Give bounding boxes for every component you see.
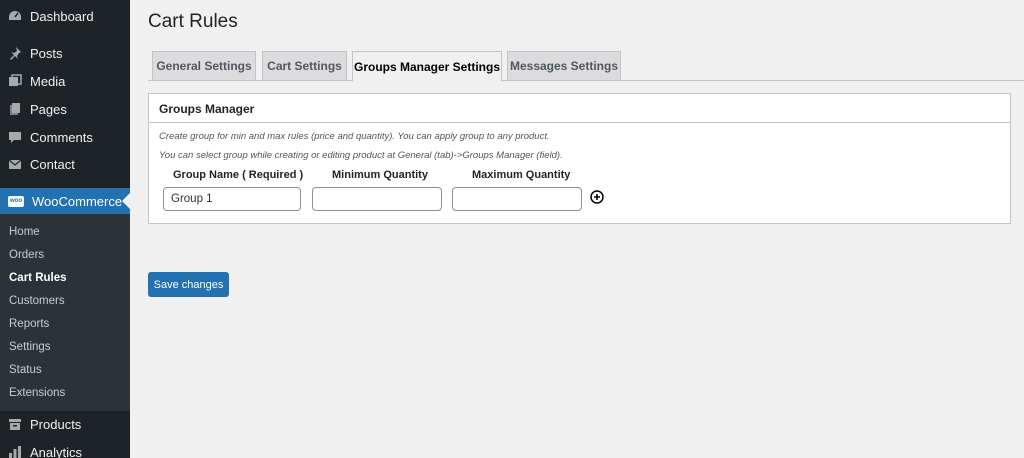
- menu-item-contact[interactable]: Contact: [0, 150, 130, 178]
- envelope-icon: [8, 157, 22, 171]
- menu-item-media[interactable]: Media: [0, 67, 130, 95]
- dashboard-icon: [8, 9, 22, 23]
- tab-messages-settings[interactable]: Messages Settings: [507, 51, 621, 81]
- archive-icon: [8, 417, 22, 431]
- submenu-item-orders[interactable]: Orders: [9, 249, 44, 261]
- woocommerce-icon-text: woo: [10, 197, 22, 204]
- label-maximum-quantity: Maximum Quantity: [472, 169, 571, 181]
- menu-item-pages[interactable]: Pages: [0, 95, 130, 123]
- menu-item-analytics[interactable]: Analytics: [0, 438, 130, 458]
- label-minimum-quantity: Minimum Quantity: [332, 169, 428, 181]
- page-title: Cart Rules: [148, 11, 238, 32]
- tab-groups-manager-settings[interactable]: Groups Manager Settings: [352, 51, 502, 82]
- tab-cart-settings[interactable]: Cart Settings: [262, 51, 347, 81]
- save-changes-button[interactable]: Save changes: [148, 272, 229, 297]
- admin-sidebar: Dashboard Posts Media Pages Comments Con…: [0, 0, 130, 458]
- active-indicator-arrow: [122, 193, 130, 209]
- panel-heading: Groups Manager: [149, 94, 1010, 123]
- submenu-item-home[interactable]: Home: [9, 226, 40, 238]
- menu-item-posts[interactable]: Posts: [0, 39, 130, 67]
- minimum-quantity-input[interactable]: [312, 187, 442, 211]
- menu-label-pages: Pages: [30, 101, 67, 117]
- menu-label-posts: Posts: [30, 45, 63, 61]
- groups-manager-panel: Groups Manager Create group for min and …: [148, 93, 1011, 224]
- menu-label-comments: Comments: [30, 129, 93, 145]
- woocommerce-submenu: Home Orders Cart Rules Customers Reports…: [0, 214, 130, 411]
- menu-label-dashboard: Dashboard: [30, 8, 94, 24]
- menu-item-products[interactable]: Products: [0, 410, 130, 438]
- bar-chart-icon: [8, 445, 22, 458]
- submenu-item-customers[interactable]: Customers: [9, 295, 65, 307]
- settings-tabs: General Settings Cart Settings Groups Ma…: [148, 51, 1024, 82]
- pushpin-icon: [8, 46, 22, 60]
- menu-item-woocommerce[interactable]: woo WooCommerce: [0, 188, 130, 214]
- submenu-item-settings[interactable]: Settings: [9, 341, 51, 353]
- menu-label-products: Products: [30, 416, 82, 432]
- pages-icon: [8, 102, 22, 116]
- tab-general-settings[interactable]: General Settings: [152, 51, 256, 81]
- label-group-name: Group Name ( Required ): [173, 169, 304, 181]
- help-note-select: You can select group while creating or e…: [159, 150, 563, 161]
- submenu-item-status[interactable]: Status: [9, 364, 42, 376]
- submenu-item-cart-rules[interactable]: Cart Rules: [9, 272, 67, 284]
- woocommerce-icon: woo: [8, 195, 24, 207]
- menu-label-woocommerce: WooCommerce: [32, 193, 123, 209]
- comments-icon: [8, 130, 22, 144]
- maximum-quantity-input[interactable]: [452, 187, 582, 211]
- menu-label-media: Media: [30, 73, 66, 89]
- help-note-create: Create group for min and max rules (pric…: [159, 131, 550, 142]
- media-icon: [8, 74, 22, 88]
- add-group-plus-icon[interactable]: [590, 190, 604, 204]
- group-name-input[interactable]: [163, 187, 301, 211]
- submenu-item-reports[interactable]: Reports: [9, 318, 49, 330]
- menu-item-dashboard[interactable]: Dashboard: [0, 2, 130, 30]
- submenu-item-extensions[interactable]: Extensions: [9, 387, 65, 399]
- menu-label-contact: Contact: [30, 156, 75, 172]
- menu-item-comments[interactable]: Comments: [0, 123, 130, 151]
- menu-label-analytics: Analytics: [30, 444, 83, 458]
